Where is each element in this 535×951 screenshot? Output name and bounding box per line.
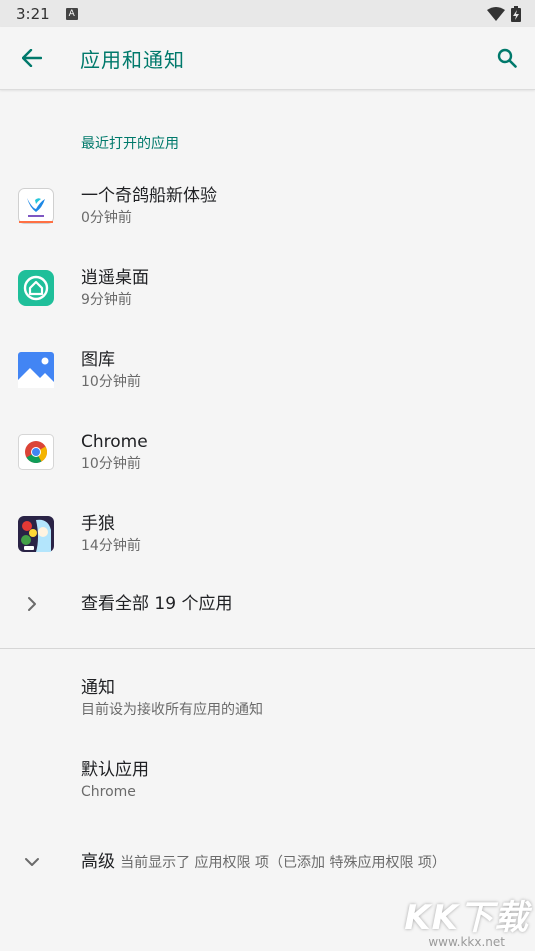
setting-title: 高级 — [81, 852, 115, 872]
app-bar: 应用和通知 — [0, 27, 535, 90]
app-name: 一个奇鸽船新体验 — [81, 185, 217, 206]
game-app-icon — [18, 516, 54, 552]
default-apps-setting[interactable]: 默认应用 Chrome — [0, 739, 535, 821]
advanced-setting[interactable]: 高级 当前显示了 应用权限 项（已添加 特殊应用权限 项） — [0, 821, 535, 903]
notification-badge-icon: A — [65, 7, 78, 20]
watermark-logo: KK下载 — [404, 898, 529, 938]
setting-title: 默认应用 — [81, 759, 149, 780]
status-bar: 3:21 A — [0, 0, 535, 27]
app-name: 逍遥桌面 — [81, 267, 149, 288]
pigeon-app-icon — [18, 188, 54, 224]
recent-app-row[interactable]: 图库 10分钟前 — [0, 329, 535, 411]
app-last-used: 0分钟前 — [81, 209, 132, 226]
search-button[interactable] — [479, 27, 535, 90]
see-all-apps-button[interactable]: 查看全部 19 个应用 — [0, 575, 535, 633]
recent-app-row[interactable]: 一个奇鸽船新体验 0分钟前 — [0, 165, 535, 247]
wifi-icon — [487, 6, 505, 21]
status-time: 3:21 — [16, 4, 50, 23]
setting-summary: 当前显示了 应用权限 项（已添加 特殊应用权限 项） — [120, 855, 446, 871]
app-last-used: 9分钟前 — [81, 291, 132, 308]
search-icon — [497, 48, 517, 68]
notifications-setting[interactable]: 通知 目前设为接收所有应用的通知 — [0, 657, 535, 739]
arrow-back-icon — [22, 49, 42, 67]
back-button[interactable] — [0, 27, 64, 90]
setting-title: 通知 — [81, 677, 115, 698]
home-launcher-icon — [18, 270, 54, 306]
recent-apps-header: 最近打开的应用 — [81, 136, 179, 152]
battery-charging-icon — [511, 5, 521, 22]
setting-summary: Chrome — [81, 783, 136, 800]
divider — [0, 648, 535, 649]
app-name: Chrome — [81, 431, 148, 452]
see-all-label: 查看全部 19 个应用 — [81, 594, 233, 614]
setting-summary: 目前设为接收所有应用的通知 — [81, 701, 263, 718]
app-last-used: 14分钟前 — [81, 537, 141, 554]
chevron-right-icon — [27, 597, 36, 611]
chevron-down-icon — [24, 858, 39, 866]
recent-app-row[interactable]: Chrome 10分钟前 — [0, 411, 535, 493]
recent-app-row[interactable]: 手狼 14分钟前 — [0, 493, 535, 575]
app-name: 图库 — [81, 349, 115, 370]
watermark: KK下载 www.kkx.net — [404, 901, 529, 949]
app-last-used: 10分钟前 — [81, 455, 141, 472]
chrome-icon — [18, 434, 54, 470]
page-title: 应用和通知 — [80, 47, 185, 72]
recent-app-row[interactable]: 逍遥桌面 9分钟前 — [0, 247, 535, 329]
app-name: 手狼 — [81, 513, 115, 534]
app-last-used: 10分钟前 — [81, 373, 141, 390]
gallery-icon — [18, 352, 54, 388]
